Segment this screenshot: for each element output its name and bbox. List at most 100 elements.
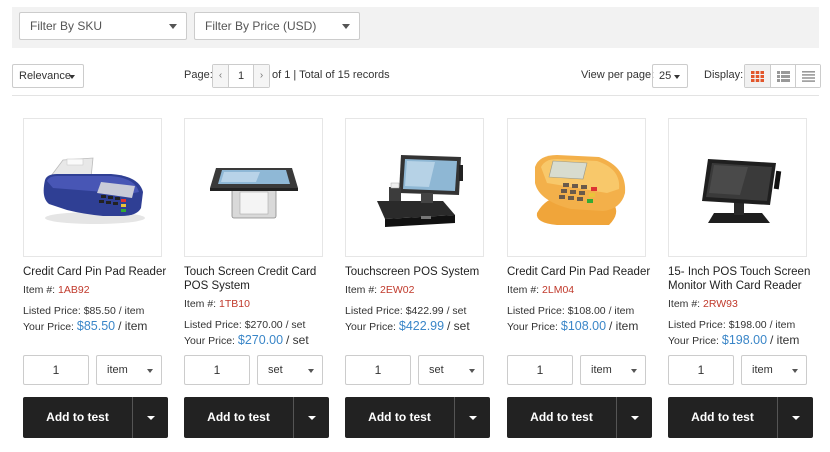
item-code: 2EW02: [380, 284, 415, 296]
add-options-dropdown[interactable]: [293, 397, 329, 438]
product-name-link[interactable]: Touch Screen Credit Card POS System: [184, 265, 329, 295]
compact-list-icon: [801, 70, 815, 82]
item-number: Item #: 2RW93: [668, 297, 813, 312]
product-image-link[interactable]: [507, 118, 646, 257]
chevron-down-icon: [792, 369, 798, 373]
your-price-amount: $422.99: [398, 319, 445, 333]
item-number-label: Item #:: [507, 284, 540, 296]
quantity-input[interactable]: 1: [23, 355, 89, 385]
quantity-input[interactable]: 1: [345, 355, 411, 385]
caret-down-icon: [468, 415, 477, 420]
add-to-list-button[interactable]: Add to test: [184, 397, 293, 438]
add-to-list-split-button: Add to test: [507, 397, 652, 438]
page-number-input[interactable]: 1: [228, 65, 254, 87]
unit-select[interactable]: item: [741, 355, 807, 385]
compact-list-button[interactable]: [795, 65, 820, 87]
your-price-unit: / item: [770, 333, 800, 347]
your-price-label: Your Price:: [345, 321, 396, 333]
product-name-link[interactable]: 15- Inch POS Touch Screen Monitor With C…: [668, 265, 813, 295]
your-price-label: Your Price:: [507, 321, 558, 333]
grid-view-button[interactable]: [745, 65, 770, 87]
your-price-unit: / set: [286, 333, 309, 347]
sku-filter-label: Filter By SKU: [30, 19, 103, 33]
item-number-label: Item #:: [668, 298, 701, 310]
chevron-down-icon: [147, 369, 153, 373]
item-code: 1AB92: [58, 284, 90, 296]
product-image-link[interactable]: [184, 118, 323, 257]
caret-down-icon: [791, 415, 800, 420]
add-options-dropdown[interactable]: [454, 397, 490, 438]
add-options-dropdown[interactable]: [777, 397, 813, 438]
product-image-link[interactable]: [345, 118, 484, 257]
touch-monitor-image: [701, 158, 781, 223]
product-card: Credit Card Pin Pad Reader Item #: 1AB92…: [23, 118, 168, 335]
item-number: Item #: 2EW02: [345, 283, 490, 298]
your-price-amount: $198.00: [721, 333, 768, 347]
display-mode-group: [744, 64, 821, 88]
your-price-label: Your Price:: [184, 335, 235, 347]
view-per-page-select[interactable]: 25: [652, 64, 688, 88]
your-price: Your Price: $198.00 / item: [668, 333, 813, 349]
caret-down-icon: [630, 415, 639, 420]
unit-select-value: item: [591, 364, 612, 376]
chevron-down-icon: [342, 24, 350, 29]
page-total: of 1 | Total of 15 records: [272, 69, 390, 81]
price-filter-select[interactable]: Filter By Price (USD): [194, 12, 360, 40]
unit-select[interactable]: set: [418, 355, 484, 385]
quantity-input[interactable]: 1: [668, 355, 734, 385]
your-price: Your Price: $422.99 / set: [345, 319, 490, 335]
results-toolbar: Relevance Page: ‹ 1 › of 1 | Total of 15…: [12, 64, 821, 90]
unit-select-value: item: [752, 364, 773, 376]
view-per-page-value: 25: [659, 70, 672, 82]
sort-select[interactable]: Relevance: [12, 64, 84, 88]
item-number-label: Item #:: [184, 298, 217, 310]
product-card: 15- Inch POS Touch Screen Monitor With C…: [668, 118, 813, 349]
list-view-button[interactable]: [770, 65, 795, 87]
pos-printer-terminal-image: [209, 167, 298, 218]
unit-select[interactable]: set: [257, 355, 323, 385]
item-number: Item #: 2LM04: [507, 283, 652, 298]
add-options-dropdown[interactable]: [616, 397, 652, 438]
listed-price: Listed Price: $198.00 / item: [668, 319, 796, 331]
add-to-list-button[interactable]: Add to test: [23, 397, 132, 438]
your-price-amount: $85.50: [76, 319, 116, 333]
product-image-link[interactable]: [668, 118, 807, 257]
quantity-input[interactable]: 1: [184, 355, 250, 385]
product-name-link[interactable]: Credit Card Pin Pad Reader: [23, 265, 168, 281]
sku-filter-select[interactable]: Filter By SKU: [19, 12, 187, 40]
add-to-list-button[interactable]: Add to test: [345, 397, 454, 438]
your-price-label: Your Price:: [668, 335, 719, 347]
add-to-list-button[interactable]: Add to test: [507, 397, 616, 438]
next-page-button[interactable]: ›: [254, 65, 269, 87]
listed-price: Listed Price: $85.50 / item: [23, 305, 145, 317]
card-reader-image: [43, 157, 145, 224]
item-number: Item #: 1TB10: [184, 297, 329, 312]
add-to-list-split-button: Add to test: [23, 397, 168, 438]
product-name-link[interactable]: Touchscreen POS System: [345, 265, 490, 281]
your-price-unit: / item: [118, 319, 148, 333]
chevron-down-icon: [169, 24, 177, 29]
unit-select[interactable]: item: [96, 355, 162, 385]
your-price-amount: $108.00: [560, 319, 607, 333]
filter-bar: Filter By SKU Filter By Price (USD): [12, 7, 819, 48]
add-options-dropdown[interactable]: [132, 397, 168, 438]
item-number-label: Item #:: [345, 284, 378, 296]
display-label: Display:: [704, 69, 744, 81]
quantity-input[interactable]: 1: [507, 355, 573, 385]
pos-cash-drawer-image: [376, 154, 463, 227]
unit-select-value: item: [107, 364, 128, 376]
listed-price: Listed Price: $108.00 / item: [507, 305, 635, 317]
product-name-link[interactable]: Credit Card Pin Pad Reader: [507, 265, 652, 281]
item-code: 2RW93: [703, 298, 738, 310]
prev-page-button[interactable]: ‹: [213, 65, 228, 87]
unit-select-value: set: [429, 364, 444, 376]
product-image-link[interactable]: [23, 118, 162, 257]
add-to-list-button[interactable]: Add to test: [668, 397, 777, 438]
product-card: Touch Screen Credit Card POS System Item…: [184, 118, 329, 349]
chevron-down-icon: [469, 369, 475, 373]
unit-select[interactable]: item: [580, 355, 646, 385]
pagination: ‹ 1 ›: [212, 64, 270, 88]
chevron-down-icon: [69, 75, 75, 79]
your-price-unit: / item: [609, 319, 639, 333]
grid-view-icon: [751, 70, 764, 82]
